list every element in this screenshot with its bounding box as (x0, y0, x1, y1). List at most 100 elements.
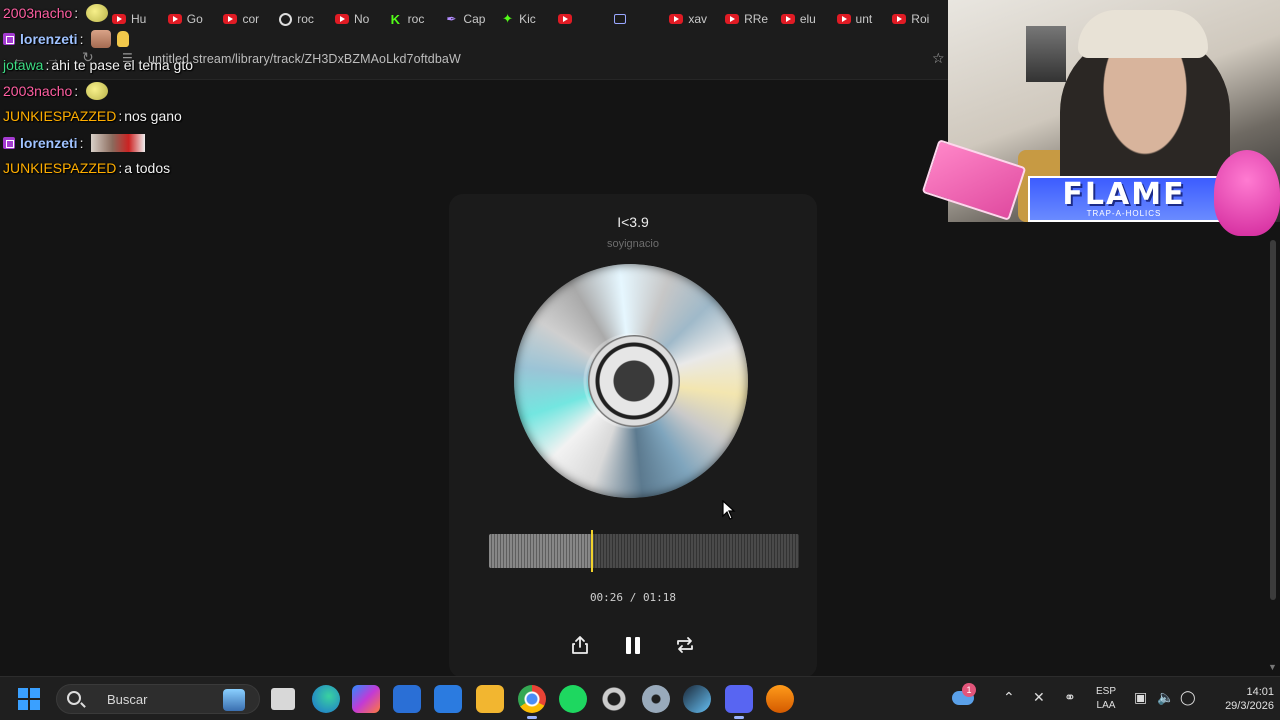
microphone-icon[interactable]: ⚭ (1064, 689, 1076, 706)
browser-tab-label: No (353, 12, 370, 26)
browser-tab[interactable]: No (334, 4, 391, 34)
browser-tab[interactable]: roc (279, 4, 335, 34)
youtube-icon (223, 14, 238, 24)
bookmark-star-icon[interactable]: ☆ (932, 50, 945, 67)
browser-tab[interactable]: ✒ Cap (446, 4, 502, 34)
browser-tab-label: cor (242, 12, 260, 26)
webcam-cap (1078, 10, 1208, 58)
windows-taskbar: Buscar 1 ⌃ ✕ ⚭ ESP LAA ▣ 🔈 ◯ 14:01 29/3/… (0, 676, 1280, 720)
search-highlight-icon (223, 689, 245, 711)
chat-separator: : (74, 83, 79, 99)
browser-tab[interactable]: Go (167, 4, 224, 34)
browser-tab[interactable]: ✦ Kic (502, 4, 558, 34)
taskbar-clock[interactable]: 14:01 29/3/2026 (1204, 685, 1274, 713)
browser-tab[interactable] (613, 4, 670, 34)
youtube-icon (725, 14, 740, 24)
youtube-icon (669, 14, 684, 24)
youtube-icon (167, 14, 182, 24)
chat-message: lorenzeti: (3, 30, 130, 48)
browser-tab-label: roc (407, 12, 425, 26)
music-player-card: I<3.9 soyignacio 00:26 / 01:18 (449, 194, 817, 678)
youtube-icon (112, 14, 126, 24)
page-scrollbar[interactable]: ▼ (1266, 240, 1280, 676)
file-explorer-icon[interactable] (476, 685, 504, 713)
browser-tab[interactable]: Roi (892, 4, 948, 34)
share-button[interactable] (565, 630, 595, 660)
chat-username[interactable]: 2003nacho (3, 83, 72, 99)
chat-separator: : (118, 160, 123, 176)
subscriber-badge-icon (3, 137, 15, 149)
browser-tab[interactable]: elu (780, 4, 837, 34)
search-icon (67, 691, 81, 705)
settings-gear-icon[interactable] (642, 685, 670, 713)
chat-username[interactable]: jotawa (3, 57, 43, 73)
chat-separator: : (79, 135, 84, 151)
chat-separator: : (79, 31, 84, 47)
time-separator: / (629, 591, 637, 604)
duration-time: 01:18 (642, 591, 677, 604)
browser-tab-label: Hu (131, 12, 147, 26)
store-icon[interactable] (393, 685, 421, 713)
outlook-icon[interactable] (434, 685, 462, 713)
chevron-up-icon[interactable]: ⌃ (1003, 689, 1015, 706)
chat-username[interactable]: JUNKIESPAZZED (3, 108, 116, 124)
browser-tab-label: Cap (463, 12, 486, 26)
chat-username[interactable]: 2003nacho (3, 5, 72, 21)
edge-browser-icon[interactable] (312, 685, 340, 713)
steam-icon[interactable] (683, 685, 711, 713)
discord-icon[interactable] (725, 685, 753, 719)
youtube-icon (892, 14, 907, 24)
chat-separator: : (118, 108, 123, 124)
youtube-icon (557, 14, 572, 24)
scroll-down-arrow-icon[interactable]: ▼ (1268, 662, 1277, 672)
chat-text: a todos (124, 160, 171, 176)
flame-banner: FLAME TRAP-A-HOLICS (1028, 176, 1220, 222)
browser-tab[interactable] (557, 4, 614, 34)
track-title: I<3.9 (617, 214, 649, 230)
browser-tab-label: Roi (911, 12, 930, 26)
window-icon (613, 14, 626, 24)
no-network-icon[interactable]: ✕ (1033, 689, 1045, 706)
url-input[interactable]: untitled.stream/library/track/ZH3DxBZMAo… (148, 52, 461, 66)
waveform-played (489, 534, 593, 568)
google-icon (279, 12, 293, 26)
waveform-remaining (592, 534, 799, 568)
scrollbar-thumb[interactable] (1270, 240, 1276, 600)
browser-tab[interactable]: cor (223, 4, 279, 34)
spotify-icon[interactable] (559, 685, 587, 713)
repeat-icon (677, 637, 693, 653)
copilot-icon[interactable] (352, 685, 380, 713)
waveform-scrubber[interactable] (489, 530, 799, 572)
display-icon[interactable]: ▣ (1134, 689, 1147, 706)
language-indicator[interactable]: ESP LAA (1096, 685, 1116, 713)
webcam-poster (1026, 26, 1066, 82)
browser-tab[interactable]: RRe (725, 4, 781, 34)
task-view-icon[interactable] (271, 688, 295, 710)
browser-tab[interactable]: unt (836, 4, 893, 34)
chat-message: jotawa: ahi te pase el tema gto (3, 57, 193, 73)
browser-tab[interactable]: xav (669, 4, 725, 34)
elapsed-time: 00:26 (589, 591, 624, 604)
keyboard-layout: LAA (1096, 700, 1116, 711)
chat-username[interactable]: lorenzeti (20, 135, 78, 151)
obs-icon[interactable] (600, 685, 628, 713)
browser-tab[interactable]: Kroc (391, 4, 447, 34)
speaker-icon[interactable]: 🔈 (1157, 689, 1174, 706)
chat-separator: : (74, 5, 79, 21)
browser-tab-label: unt (855, 12, 873, 26)
track-artist[interactable]: soyignacio (449, 238, 817, 250)
youtube-icon (780, 14, 795, 24)
chat-username[interactable]: JUNKIESPAZZED (3, 160, 116, 176)
browser-tab-strip: Hu Go cor roc No Kroc ✒ Cap ✦ Kic xav RRe elu unt Roi (0, 0, 948, 38)
pause-button[interactable] (618, 630, 648, 660)
chat-username[interactable]: lorenzeti (20, 31, 78, 47)
start-button[interactable] (18, 688, 40, 710)
chat-separator: : (45, 57, 50, 73)
taskbar-search-box[interactable]: Buscar (56, 684, 260, 714)
fl-studio-icon[interactable] (766, 685, 794, 713)
security-shield-icon[interactable]: ◯ (1180, 689, 1196, 706)
repeat-button[interactable] (670, 630, 700, 660)
chrome-icon[interactable] (518, 685, 546, 719)
flame-banner-subtitle: TRAP-A-HOLICS (1086, 208, 1162, 218)
playhead-marker[interactable] (591, 530, 594, 572)
